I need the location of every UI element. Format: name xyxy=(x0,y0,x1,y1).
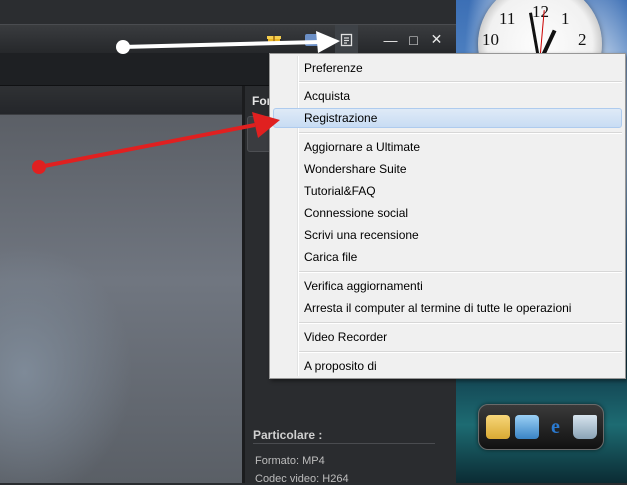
details-title: Particolare : xyxy=(253,428,323,442)
network-icon[interactable] xyxy=(514,415,539,439)
folder-icon[interactable] xyxy=(485,415,510,439)
menu-item-registration[interactable]: Registrazione xyxy=(304,107,377,129)
clock-number-10: 10 xyxy=(482,30,499,49)
menu-item-about[interactable]: A proposito di xyxy=(304,355,377,377)
menu-item-preferences[interactable]: Preferenze xyxy=(304,57,363,79)
menu-separator xyxy=(299,271,622,273)
details-format: Formato: MP4 xyxy=(255,455,325,467)
menu-item-upgrade-ultimate[interactable]: Aggiornare a Ultimate xyxy=(304,136,420,158)
close-button[interactable]: ✕ xyxy=(425,25,448,54)
menu-item-buy[interactable]: Acquista xyxy=(304,85,350,107)
menu-separator xyxy=(299,351,622,353)
minimize-button[interactable]: — xyxy=(379,25,402,54)
details-divider xyxy=(253,443,435,444)
settings-dropdown-menu: Preferenze Acquista Registrazione Aggior… xyxy=(269,53,626,379)
menu-separator xyxy=(299,81,622,83)
gift-icon[interactable] xyxy=(262,25,285,54)
menu-list-icon[interactable] xyxy=(335,25,358,54)
details-video-codec: Codec video: H264 xyxy=(255,473,349,485)
menu-item-video-recorder[interactable]: Video Recorder xyxy=(304,326,387,348)
clock-number-12: 12 xyxy=(532,2,549,21)
video-preview xyxy=(0,115,242,483)
file-list-header xyxy=(0,86,242,115)
menu-item-check-updates[interactable]: Verifica aggiornamenti xyxy=(304,275,423,297)
desktop-gadget-bar: e xyxy=(478,404,604,450)
clock-number-1: 1 xyxy=(561,9,570,28)
user-icon[interactable] xyxy=(300,25,323,54)
menu-item-tutorial-faq[interactable]: Tutorial&FAQ xyxy=(304,180,376,202)
clock-number-11: 11 xyxy=(499,9,516,28)
title-bar: — □ ✕ xyxy=(0,24,456,54)
maximize-button[interactable]: □ xyxy=(402,25,425,54)
menu-item-write-review[interactable]: Scrivi una recensione xyxy=(304,224,419,246)
menu-gutter xyxy=(297,56,299,376)
menu-item-upload-file[interactable]: Carica file xyxy=(304,246,357,268)
clock-number-2: 2 xyxy=(578,30,587,49)
recycle-bin-icon[interactable] xyxy=(572,415,597,439)
menu-separator xyxy=(299,132,622,134)
menu-item-shutdown-after[interactable]: Arresta il computer al termine di tutte … xyxy=(304,297,571,319)
menu-separator xyxy=(299,322,622,324)
menu-item-wondershare-suite[interactable]: Wondershare Suite xyxy=(304,158,407,180)
internet-explorer-icon[interactable]: e xyxy=(544,415,568,439)
menu-item-social-connection[interactable]: Connessione social xyxy=(304,202,408,224)
